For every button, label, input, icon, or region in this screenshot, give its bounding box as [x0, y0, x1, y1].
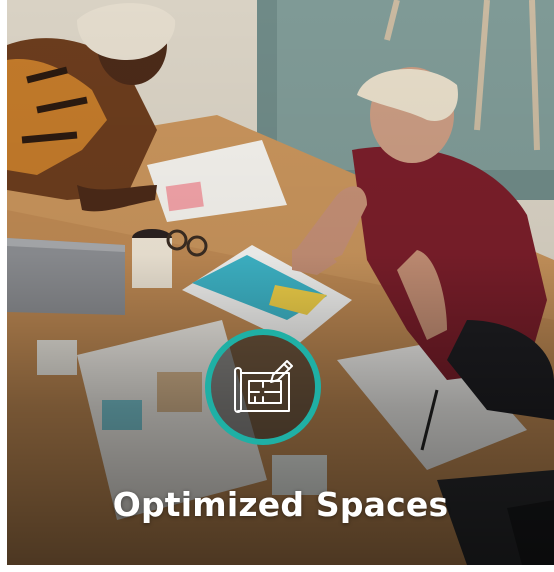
feature-badge — [205, 329, 321, 445]
blueprint-pencil-icon — [234, 360, 293, 413]
photo-overlay — [7, 0, 554, 565]
feature-card[interactable]: Optimized Spaces — [7, 0, 554, 565]
card-title: Optimized Spaces — [112, 485, 449, 524]
